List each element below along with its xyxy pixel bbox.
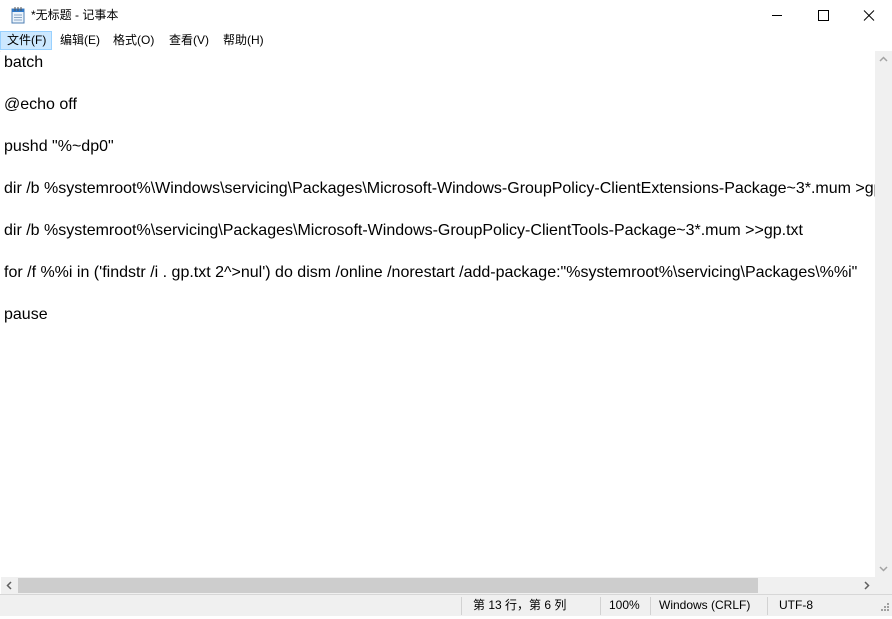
cursor-position: 第 13 行，第 6 列 bbox=[473, 598, 567, 612]
arrow-down-icon bbox=[879, 566, 888, 572]
text-line: pushd "%~dp0" bbox=[4, 138, 114, 155]
text-line: batch bbox=[4, 54, 44, 71]
resize-grip-icon[interactable] bbox=[878, 601, 890, 613]
menu-format[interactable]: 格式(O) bbox=[113, 31, 154, 50]
text-line: pause bbox=[4, 306, 48, 323]
vertical-scrollbar[interactable] bbox=[875, 51, 892, 577]
status-bar: 第 13 行，第 6 列 100% Windows (CRLF) UTF-8 bbox=[0, 594, 892, 616]
menu-edit[interactable]: 编辑(E) bbox=[60, 31, 100, 50]
status-separator bbox=[600, 597, 601, 615]
arrow-left-icon bbox=[6, 581, 12, 590]
close-icon bbox=[863, 10, 875, 21]
menu-help[interactable]: 帮助(H) bbox=[223, 31, 264, 50]
text-editor[interactable]: batch @echo off pushd "%~dp0" dir /b %sy… bbox=[1, 51, 875, 577]
status-separator bbox=[767, 597, 768, 615]
text-line: @echo off bbox=[4, 96, 77, 113]
minimize-icon bbox=[772, 15, 782, 16]
arrow-right-icon bbox=[864, 581, 870, 590]
title-bar[interactable]: *无标题 - 记事本 bbox=[0, 0, 892, 31]
menu-view[interactable]: 查看(V) bbox=[169, 31, 209, 50]
scroll-up-button[interactable] bbox=[875, 51, 892, 68]
arrow-up-icon bbox=[879, 56, 888, 62]
scroll-down-button[interactable] bbox=[875, 560, 892, 577]
scroll-right-button[interactable] bbox=[858, 577, 875, 594]
text-line: for /f %%i in ('findstr /i . gp.txt 2^>n… bbox=[4, 264, 858, 281]
scrollbar-corner bbox=[875, 577, 892, 594]
minimize-button[interactable] bbox=[754, 0, 800, 31]
zoom-level: 100% bbox=[609, 598, 640, 612]
window-title: *无标题 - 记事本 bbox=[31, 8, 119, 22]
notepad-icon bbox=[11, 7, 25, 24]
text-line: dir /b %systemroot%\Windows\servicing\Pa… bbox=[4, 180, 875, 197]
scroll-left-button[interactable] bbox=[1, 577, 18, 594]
maximize-button[interactable] bbox=[800, 0, 846, 31]
maximize-icon bbox=[818, 10, 829, 21]
scroll-thumb[interactable] bbox=[18, 578, 758, 593]
close-button[interactable] bbox=[846, 0, 892, 31]
line-ending: Windows (CRLF) bbox=[659, 598, 751, 612]
menu-file[interactable]: 文件(F) bbox=[0, 31, 52, 50]
status-separator bbox=[461, 597, 462, 615]
horizontal-scrollbar[interactable] bbox=[1, 577, 875, 594]
menu-bar: 文件(F) 编辑(E) 格式(O) 查看(V) 帮助(H) bbox=[0, 31, 892, 52]
status-separator bbox=[650, 597, 651, 615]
encoding: UTF-8 bbox=[779, 598, 813, 612]
text-line: dir /b %systemroot%\servicing\Packages\M… bbox=[4, 222, 803, 239]
